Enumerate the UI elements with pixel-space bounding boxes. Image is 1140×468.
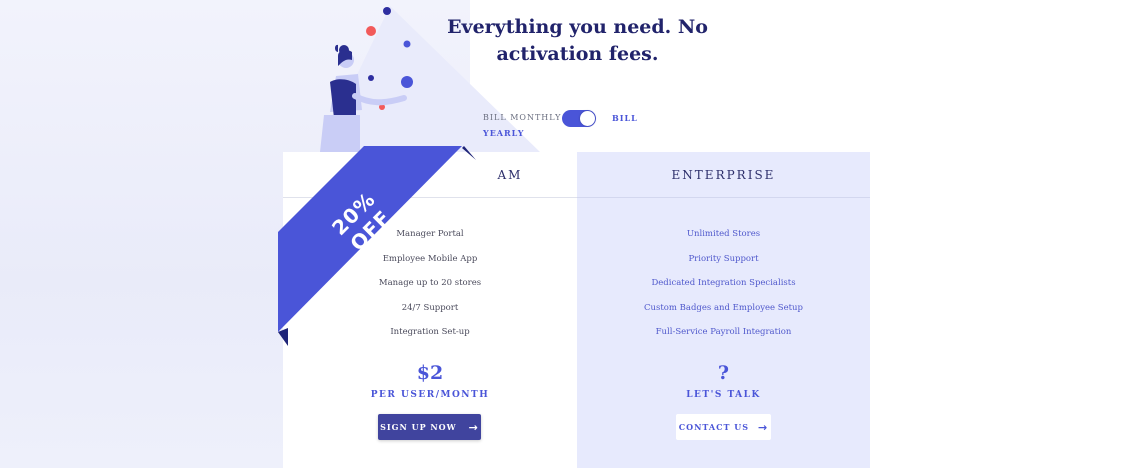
plan-price-unit: PER USER/MONTH [370,390,490,400]
ball [366,26,376,36]
contact-us-button[interactable]: CONTACT US → [676,414,771,440]
sign-up-now-button[interactable]: SIGN UP NOW → [378,414,481,440]
feature-item: Unlimited Stores [686,229,761,239]
ball [368,75,374,81]
feature-item: Priority Support [688,253,759,264]
arrow-right-icon: → [758,420,769,434]
billing-toggle-switch[interactable] [562,110,596,127]
feature-item: Custom Badges and Employee Setup [644,302,803,313]
bill-monthly-label[interactable]: BILL MONTHLY [483,113,561,122]
feature-item: Dedicated Integration Specialists [651,278,796,288]
plan-price: $2 [416,362,444,384]
plan-title: ENTERPRISE [577,152,870,198]
feature-list: Unlimited Stores Priority Support Dedica… [577,229,870,352]
feature-item: Integration Set-up [390,327,470,337]
plan-price-unit: LET'S TALK [686,390,761,400]
contact-us-label: CONTACT US [678,422,749,432]
sign-up-label: SIGN UP NOW [380,422,457,432]
plan-card-team: AM Manager Portal Employee Mobile App Ma… [283,152,577,468]
billing-toggle-group: BILL MONTHLY BILL YEARLY [483,110,653,144]
plan-title: AM [283,152,577,198]
page-headline: Everything you need. No activation fees. [447,16,708,65]
plan-price: ? [717,362,730,384]
plan-title-text: AM [497,168,523,182]
bill-yearly-label-line1: BILL [612,113,638,123]
feature-item: Full-Service Payroll Integration [655,327,792,337]
plan-card-enterprise: ENTERPRISE Unlimited Stores Priority Sup… [577,152,870,468]
ball [401,76,413,88]
bill-yearly-label-line2: YEARLY [483,128,525,138]
toggle-knob [580,111,595,126]
ball [383,7,391,15]
arrow-right-icon: → [468,420,479,434]
feature-item: 24/7 Support [401,302,459,313]
feature-item: Manage up to 20 stores [378,278,482,288]
